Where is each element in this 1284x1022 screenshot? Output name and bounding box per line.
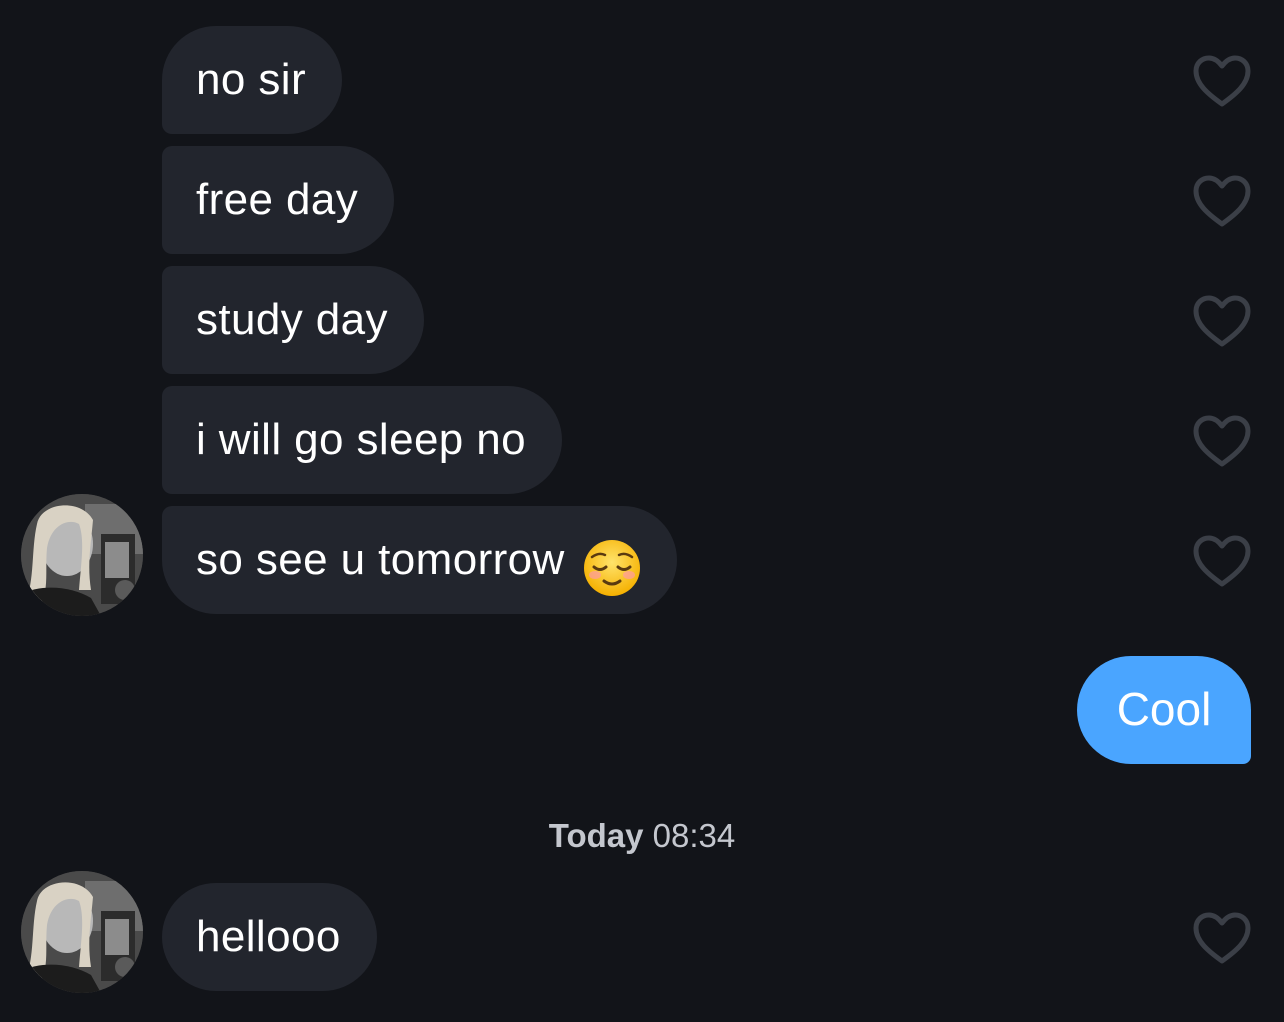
message-text: study day: [196, 295, 388, 344]
message-text: Cool: [1116, 683, 1212, 735]
contact-avatar[interactable]: [21, 494, 143, 616]
message-text: i will go sleep no: [196, 415, 527, 464]
message-bubble[interactable]: no sir: [162, 26, 342, 134]
like-heart-icon[interactable]: [1192, 54, 1252, 110]
message-text: so see u tomorrow: [196, 535, 565, 584]
timestamp-day: Today: [548, 817, 644, 854]
message-text: hellooo: [196, 912, 341, 961]
relieved-face-emoji: [583, 529, 641, 597]
message-text: no sir: [196, 55, 306, 104]
like-heart-icon[interactable]: [1192, 294, 1252, 350]
timestamp-time: 08:34: [652, 817, 736, 854]
timestamp-divider: Today 08:34: [0, 812, 1284, 860]
like-heart-icon[interactable]: [1192, 534, 1252, 590]
message-text: free day: [196, 175, 359, 224]
message-bubble[interactable]: so see u tomorrow: [162, 506, 677, 614]
message-bubble[interactable]: study day: [162, 266, 424, 374]
like-heart-icon[interactable]: [1192, 414, 1252, 470]
message-bubble[interactable]: i will go sleep no: [162, 386, 563, 494]
contact-avatar[interactable]: [21, 871, 143, 993]
like-heart-icon[interactable]: [1192, 911, 1252, 967]
sent-message-bubble[interactable]: Cool: [1077, 656, 1251, 764]
like-heart-icon[interactable]: [1192, 174, 1252, 230]
message-bubble[interactable]: hellooo: [162, 883, 377, 991]
chat-thread: no sir free day study day i will go slee…: [0, 0, 1284, 1022]
message-bubble[interactable]: free day: [162, 146, 395, 254]
